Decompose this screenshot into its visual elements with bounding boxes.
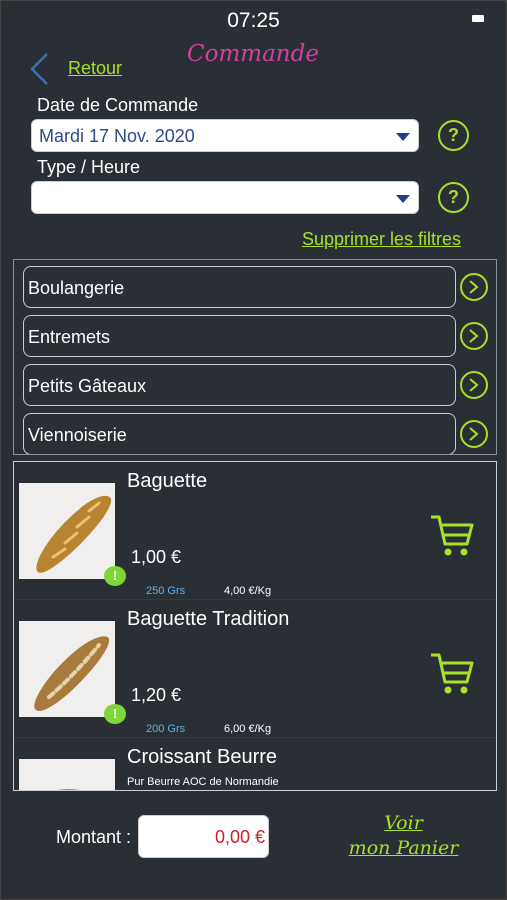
- chevron-right-circle-icon[interactable]: [460, 420, 488, 448]
- status-time: 07:25: [227, 9, 280, 32]
- product-price: 1,20 €: [131, 685, 182, 705]
- category-label: Viennoiserie: [28, 425, 127, 445]
- product-subtitle: Pur Beurre AOC de Normandie: [127, 776, 279, 788]
- amount-label: Montant :: [56, 827, 132, 847]
- category-item-entremets[interactable]: Entremets: [23, 315, 456, 357]
- comment-bubble-icon[interactable]: !: [104, 566, 126, 586]
- view-cart-link[interactable]: Voir mon Panier: [331, 811, 476, 861]
- product-weight: 250 Grs: [146, 585, 186, 597]
- product-name: Croissant Beurre: [127, 746, 278, 768]
- date-help-icon[interactable]: ?: [438, 120, 469, 151]
- category-item-petits-gateaux[interactable]: Petits Gâteaux: [23, 364, 456, 406]
- category-item-boulangerie[interactable]: Boulangerie: [23, 266, 456, 308]
- type-help-icon[interactable]: ?: [438, 182, 469, 213]
- product-row[interactable]: Croissant Beurre Pur Beurre AOC de Norma…: [14, 738, 496, 790]
- page-title: Commande: [187, 41, 319, 67]
- product-name: Baguette: [127, 470, 208, 492]
- chevron-right-circle-icon[interactable]: [460, 273, 488, 301]
- amount-field: 0,00 €: [138, 815, 269, 858]
- product-weight: 200 Grs: [146, 723, 186, 735]
- product-price: 1,00 €: [131, 547, 182, 567]
- amount-value: 0,00 €: [214, 827, 265, 847]
- date-select[interactable]: Mardi 17 Nov. 2020: [31, 119, 419, 152]
- shopping-cart-icon[interactable]: [429, 514, 475, 558]
- product-name: Baguette Tradition: [127, 608, 290, 630]
- category-label: Boulangerie: [28, 278, 125, 298]
- battery-icon: [472, 15, 484, 22]
- category-label: Petits Gâteaux: [28, 376, 147, 396]
- caret-down-icon: [396, 195, 410, 203]
- product-price-per-kg: 6,00 €/Kg: [224, 723, 272, 735]
- type-select[interactable]: [31, 181, 419, 214]
- chevron-left-icon[interactable]: [27, 51, 55, 87]
- view-cart-link-line2: mon Panier: [348, 837, 459, 859]
- shopping-cart-icon[interactable]: [429, 652, 475, 696]
- view-cart-link-line1: Voir: [384, 812, 423, 834]
- caret-down-icon: [396, 133, 410, 141]
- clear-filters-link[interactable]: Supprimer les filtres: [302, 229, 461, 250]
- category-item-viennoiserie[interactable]: Viennoiserie: [23, 413, 456, 454]
- category-list: Boulangerie Entremets Petits Gâteaux Vie…: [13, 259, 497, 455]
- chevron-right-circle-icon[interactable]: [460, 322, 488, 350]
- comment-bubble-icon[interactable]: !: [104, 704, 126, 724]
- date-label: Date de Commande: [37, 95, 199, 115]
- product-list: ! Baguette 1,00 € 250 Grs 4,00 €/Kg ! Ba…: [13, 461, 497, 791]
- baguette-image: [19, 483, 115, 579]
- type-label: Type / Heure: [37, 157, 141, 177]
- product-price-per-kg: 4,00 €/Kg: [224, 585, 272, 597]
- back-button[interactable]: Retour: [68, 58, 122, 79]
- category-label: Entremets: [28, 327, 111, 347]
- status-bar: 07:25: [1, 1, 506, 37]
- product-row[interactable]: ! Baguette 1,00 € 250 Grs 4,00 €/Kg: [14, 462, 496, 600]
- baguette-tradition-image: [19, 621, 115, 717]
- croissant-image: [19, 759, 115, 790]
- product-row[interactable]: ! Baguette Tradition 1,20 € 200 Grs 6,00…: [14, 600, 496, 738]
- chevron-right-circle-icon[interactable]: [460, 371, 488, 399]
- app-screen: 07:25 Retour Commande Date de Commande M…: [0, 0, 507, 900]
- date-select-value: Mardi 17 Nov. 2020: [39, 126, 195, 146]
